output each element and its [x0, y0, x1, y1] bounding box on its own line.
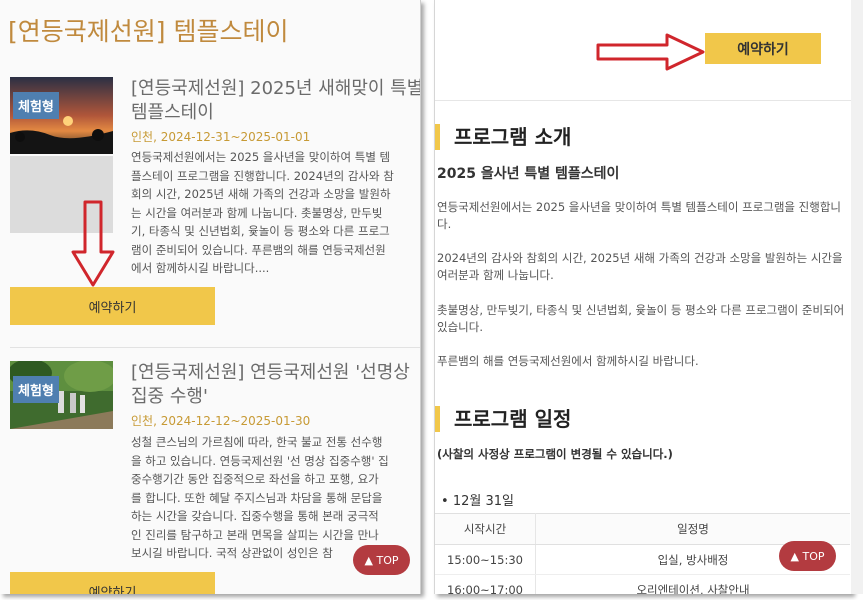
card-title-line: 집중 수행' — [131, 386, 208, 407]
table-header-row: 시작시간 일정명 — [435, 513, 850, 545]
down-arrow-icon — [71, 200, 115, 287]
column-header: 일정명 — [535, 513, 850, 545]
category-badge: 체험형 — [13, 92, 59, 119]
section-heading-schedule: 프로그램 일정 — [435, 406, 571, 432]
column-header: 시작시간 — [435, 513, 536, 545]
card-description: 연등국제선원에서는 2025 을사년을 맞이하여 특별 템 플스테이 프로그램을… — [131, 150, 394, 275]
intro-paragraph: 푸른뱀의 해를 연등국제선원에서 함께하시길 바랍니다. — [437, 354, 699, 368]
bullet-icon: • — [441, 494, 449, 509]
page-title: [연등국제선원] 템플스테이 — [8, 17, 289, 46]
up-triangle-icon: ▲ — [364, 553, 373, 567]
table-cell: 15:00~15:30 — [435, 544, 536, 575]
table-cell: 16:00~17:00 — [435, 574, 536, 594]
category-badge: 체험형 — [13, 376, 59, 403]
scrollbar[interactable] — [851, 0, 863, 594]
table-cell: 오리엔테이션, 사찰안내 — [535, 574, 850, 594]
reserve-button[interactable]: 예약하기 — [10, 572, 215, 594]
card-title[interactable]: [연등국제선원] 2025년 새해맞이 특별 템플스테이 — [131, 77, 421, 125]
program-subtitle: 2025 을사년 특별 템플스테이 — [437, 166, 620, 182]
reservation-header: 예약하기 — [435, 0, 852, 101]
card-title[interactable]: [연등국제선원] 연등국제선원 '선명상 집중 수행' — [131, 361, 420, 409]
card-date: 인천, 2024-12-12~2025-01-30 — [131, 414, 311, 428]
intro-paragraph: 연등국제선원에서는 2025 을사년을 맞이하여 특별 템플스테이 프로그램을 … — [437, 200, 841, 231]
scroll-top-button[interactable]: ▲ TOP — [353, 545, 410, 575]
intro-paragraph: 촛불명상, 만두빚기, 타종식 및 신년법회, 윷놀이 등 평소와 다른 프로그… — [437, 303, 845, 334]
schedule-note: (사찰의 사정상 프로그램이 변경될 수 있습니다.) — [437, 447, 673, 461]
intro-paragraph: 2024년의 감사와 참회의 시간, 2025년 새해 가족의 건강과 소망을 … — [437, 251, 843, 282]
section-heading-intro: 프로그램 소개 — [435, 124, 571, 150]
card-date: 인천, 2024-12-31~2025-01-01 — [131, 130, 311, 144]
templestay-card[interactable]: 체험형 [연등국제선원] 연등국제선원 '선명상 집중 수행' 인천, 2024… — [10, 361, 420, 561]
up-triangle-icon: ▲ — [790, 549, 799, 563]
divider — [10, 347, 420, 348]
card-title-line: [연등국제선원] 2025년 새해맞이 특별 — [131, 78, 421, 99]
right-arrow-icon — [596, 33, 705, 71]
card-description: 성철 큰스님의 가르침에 따라, 한국 불교 전통 선수행 을 하고 있습니다.… — [131, 435, 389, 560]
schedule-date: • 12월 31일 — [441, 494, 514, 509]
card-title-line: 템플스테이 — [131, 102, 214, 123]
scroll-top-button[interactable]: ▲ TOP — [779, 541, 836, 571]
reserve-button[interactable]: 예약하기 — [10, 287, 215, 325]
card-title-line: [연등국제선원] 연등국제선원 '선명상 — [131, 362, 410, 383]
reserve-button[interactable]: 예약하기 — [705, 33, 821, 64]
right-panel: 예약하기 프로그램 소개 2025 을사년 특별 템플스테이 연등국제선원에서는… — [434, 0, 852, 594]
table-row: 16:00~17:00 오리엔테이션, 사찰안내 — [435, 574, 850, 594]
left-panel: [연등국제선원] 템플스테이 체험형 [연등국제선원] 2025년 새해맞이 특… — [0, 0, 421, 594]
